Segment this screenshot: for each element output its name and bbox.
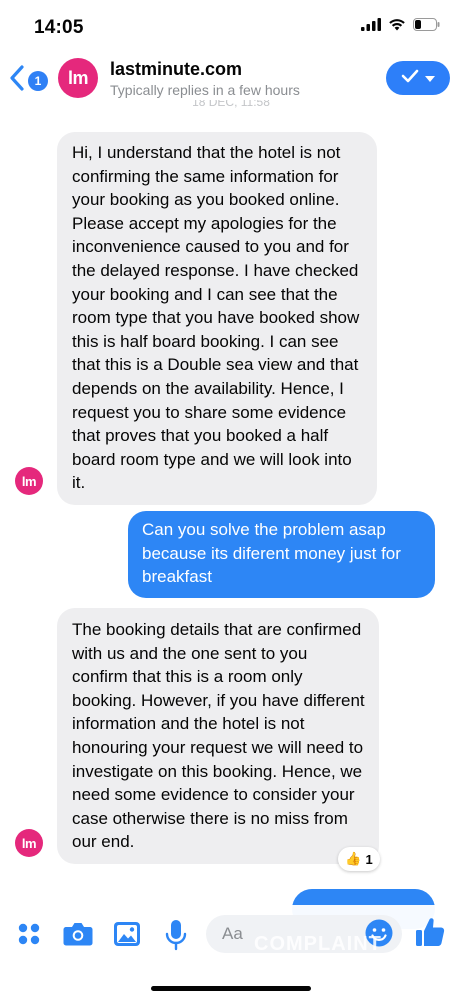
contact-name[interactable]: lastminute.com	[110, 59, 242, 80]
date-separator: 18 DEC, 11:58	[192, 100, 270, 109]
sender-avatar: lm	[15, 467, 43, 495]
battery-icon	[413, 18, 440, 36]
chevron-down-icon	[425, 69, 435, 87]
status-icons	[361, 18, 440, 36]
message-input-placeholder: Aa	[222, 924, 243, 943]
avatar-logo-text: lm	[67, 67, 89, 88]
reaction-count: 1	[365, 851, 373, 867]
contact-avatar[interactable]: lm	[58, 58, 98, 98]
incoming-message[interactable]: Hi, I understand that the hotel is not c…	[57, 132, 377, 505]
microphone-icon[interactable]	[164, 919, 188, 951]
status-time: 14:05	[34, 17, 84, 38]
avatar-logo-text: lm	[21, 473, 37, 489]
menu-dots-icon[interactable]	[14, 919, 44, 949]
check-icon	[401, 69, 419, 88]
done-button[interactable]	[386, 61, 450, 95]
camera-icon[interactable]	[62, 919, 94, 949]
incoming-message[interactable]: The booking details that are confirmed w…	[57, 608, 379, 864]
unread-count-badge: 1	[28, 70, 48, 91]
home-indicator	[151, 986, 311, 991]
thumbs-up-reaction-icon: 👍	[345, 851, 362, 866]
conversation-header: 1 lm lastminute.com Typically replies in…	[0, 52, 462, 104]
photo-icon[interactable]	[112, 919, 142, 949]
wifi-icon	[388, 18, 406, 36]
back-chevron-icon	[8, 64, 26, 97]
back-button[interactable]: 1	[8, 64, 48, 97]
status-bar: 14:05	[0, 0, 462, 52]
like-icon[interactable]	[414, 915, 446, 949]
sender-avatar: lm	[15, 829, 43, 857]
avatar-logo-text: lm	[21, 835, 37, 851]
watermark-text: COMPLAINT	[254, 933, 382, 955]
contact-status: Typically replies in a few hours	[110, 82, 300, 98]
outgoing-message[interactable]: Can you solve the problem asap because i…	[128, 511, 435, 598]
message-composer: Aa COMPLAINT	[0, 905, 462, 965]
reaction-badge[interactable]: 👍 1	[338, 847, 380, 871]
signal-icon	[361, 18, 381, 36]
